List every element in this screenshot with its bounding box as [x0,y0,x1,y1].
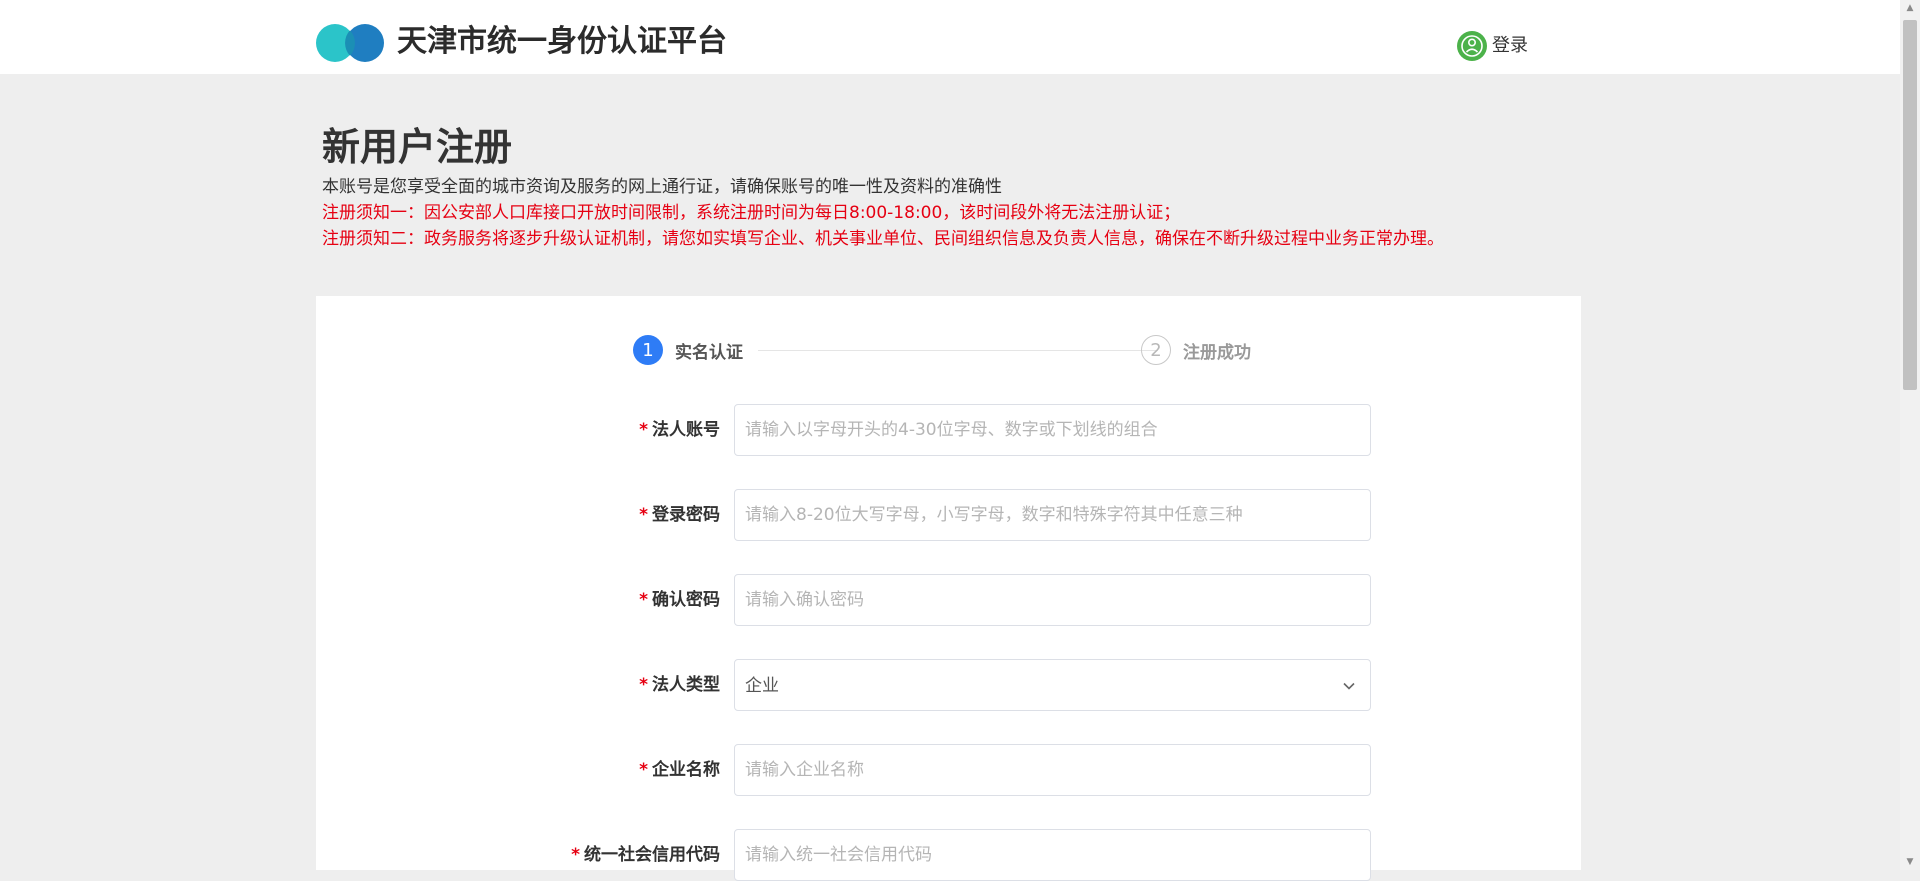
password-input[interactable] [734,489,1371,541]
field-label: * 统一社会信用代码 [571,845,720,865]
registration-notice-2: 注册须知二：政务服务将逐步升级认证机制，请您如实填写企业、机关事业单位、民间组织… [322,229,1444,249]
login-label[interactable]: 登录 [1492,30,1528,62]
required-mark: * [639,675,648,695]
field-label: * 企业名称 [639,760,720,780]
page-title: 新用户注册 [322,125,513,169]
company-name-input[interactable] [734,744,1371,796]
legal-type-select[interactable]: 企业 [734,659,1371,711]
credit-code-input[interactable] [734,829,1371,881]
step-real-name-auth: 1 实名认证 [633,334,743,366]
step-connector [758,350,1158,351]
site-title: 天津市统一身份认证平台 [397,24,727,59]
step-label: 注册成功 [1183,342,1251,363]
login-link[interactable]: 登录 [1457,30,1528,62]
form-row-legal-type: * 法人类型 企业 [0,659,1920,711]
step-label: 实名认证 [675,342,743,363]
step-number: 2 [1141,335,1171,365]
form-row-account: * 法人账号 [0,404,1920,456]
form-row-confirm-password: * 确认密码 [0,574,1920,626]
required-mark: * [639,505,648,525]
required-mark: * [639,760,648,780]
step-number: 1 [633,335,663,365]
chevron-down-icon [1343,682,1355,690]
form-row-password: * 登录密码 [0,489,1920,541]
scroll-thumb[interactable] [1903,20,1917,390]
required-mark: * [639,420,648,440]
top-header: 天津市统一身份认证平台 登录 [0,0,1900,74]
account-note: 本账号是您享受全面的城市资询及服务的网上通行证，请确保账号的唯一性及资料的准确性 [322,177,1002,197]
field-label: * 法人账号 [639,420,720,440]
required-mark: * [571,845,580,865]
platform-logo [316,24,384,62]
required-mark: * [639,590,648,610]
user-icon [1457,31,1487,61]
scroll-up-arrow-icon[interactable]: ▲ [1900,0,1920,16]
step-register-success: 2 注册成功 [1141,334,1251,366]
form-row-credit-code: * 统一社会信用代码 [0,829,1920,881]
field-label: * 法人类型 [639,675,720,695]
field-label: * 登录密码 [639,505,720,525]
step-indicator: 1 实名认证 2 注册成功 [633,334,1253,366]
registration-notice-1: 注册须知一：因公安部人口库接口开放时间限制，系统注册时间为每日8:00-18:0… [322,203,1181,223]
confirm-password-input[interactable] [734,574,1371,626]
account-input[interactable] [734,404,1371,456]
form-row-company-name: * 企业名称 [0,744,1920,796]
selected-value: 企业 [745,676,779,696]
field-label: * 确认密码 [639,590,720,610]
